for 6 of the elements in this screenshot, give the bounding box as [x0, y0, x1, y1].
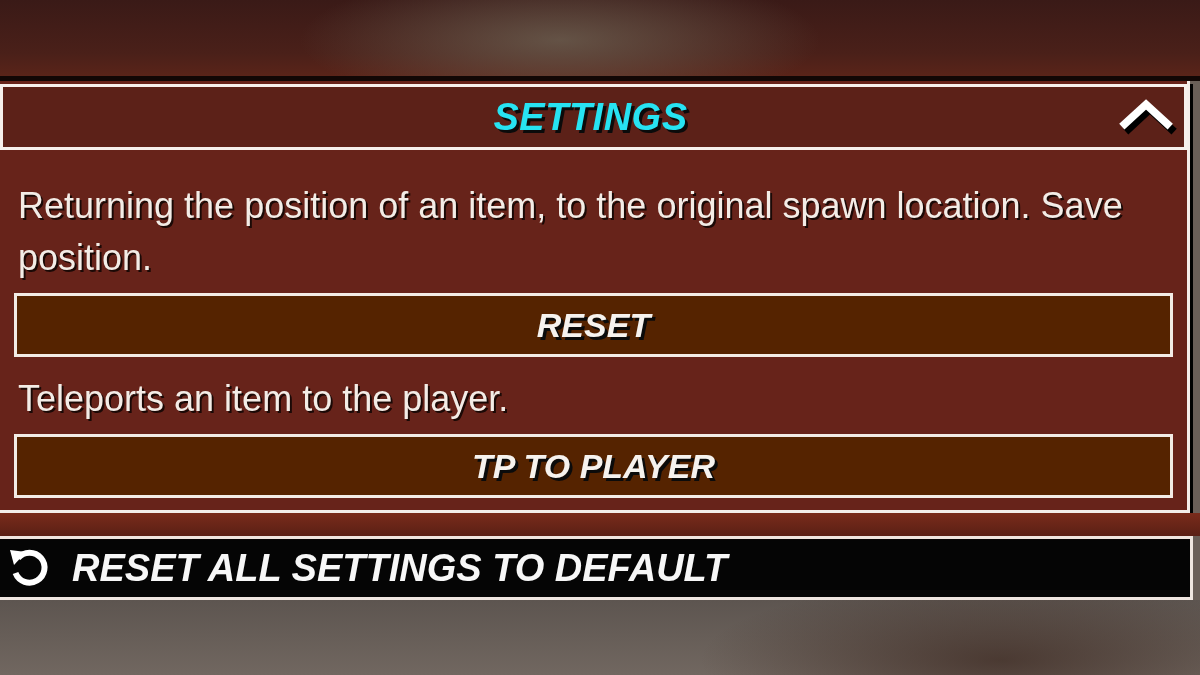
option-description: Teleports an item to the player. [17, 377, 510, 421]
option-description: Returning the position of an item, to the original spawn location. Save position. [17, 184, 1124, 280]
action-button[interactable]: RESET [14, 293, 1173, 357]
reset-all-button[interactable]: RESET ALL SETTINGS TO DEFAULT [0, 536, 1193, 600]
action-button[interactable]: TP TO PLAYER [14, 434, 1173, 498]
settings-title: SETTINGS [493, 95, 688, 139]
